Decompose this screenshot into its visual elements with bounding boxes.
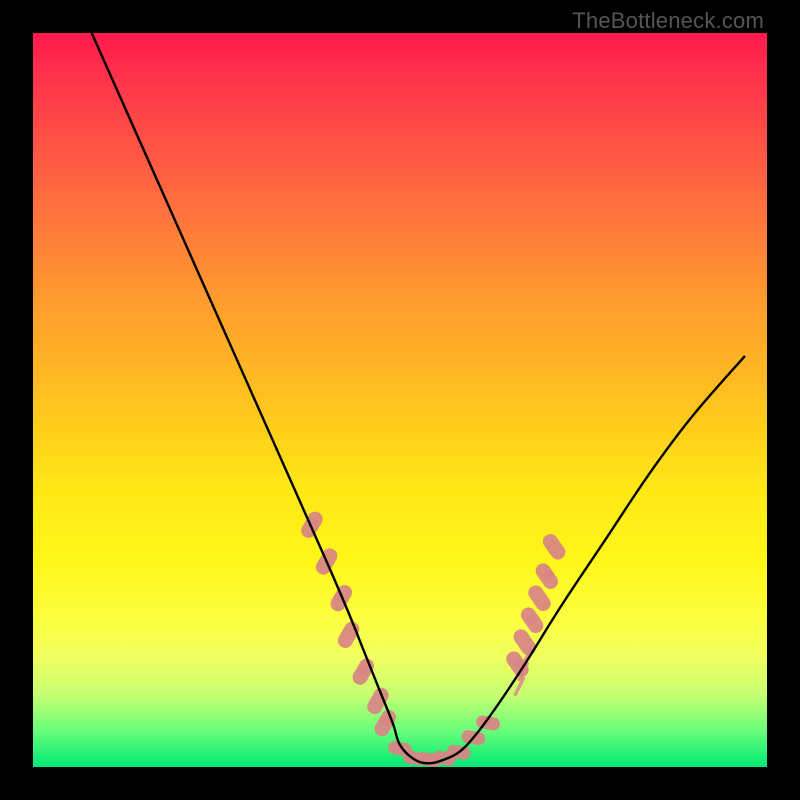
- chart-frame: TheBottleneck.com: [0, 0, 800, 800]
- watermark-text: TheBottleneck.com: [572, 8, 764, 34]
- curve-layer: [33, 33, 767, 767]
- bottleneck-curve-path: [92, 33, 745, 763]
